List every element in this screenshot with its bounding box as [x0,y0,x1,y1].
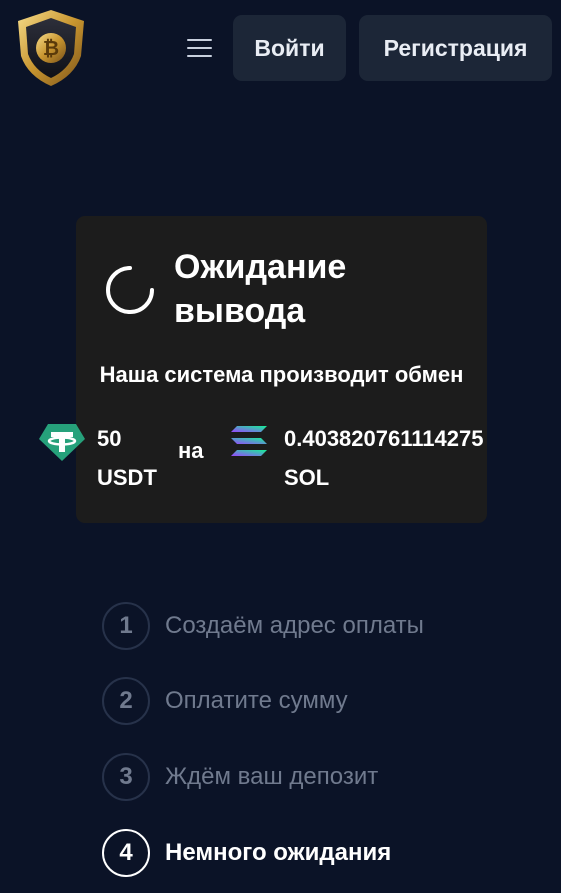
hamburger-line [187,55,212,57]
loading-spinner-icon [106,266,154,314]
register-button[interactable]: Регистрация [359,15,552,81]
step-number: 2 [102,677,150,725]
status-title: Ожидание вывода [174,245,474,333]
hamburger-icon[interactable] [185,36,215,60]
tether-icon [39,424,85,461]
login-button[interactable]: Войти [233,15,346,81]
from-currency: USDT [97,465,157,490]
exchange-connector: на [178,438,204,463]
status-title-line1: Ожидание [174,248,347,286]
solana-icon [231,426,267,456]
step-number: 4 [102,829,150,877]
to-currency: SOL [284,465,330,490]
exchange-page: ₿ Войти Регистрация Ожидание вывода Наша… [0,0,561,893]
from-amount: 50 USDT [97,419,157,497]
bitcoin-shield-logo[interactable]: ₿ [14,8,88,88]
step-label: Создаём адрес оплаты [165,612,424,639]
status-subtitle: Наша система производит обмен [99,362,464,387]
step-label: Ждём ваш депозит [165,763,379,790]
step-label: Оплатите сумму [165,687,348,714]
step-number: 1 [102,602,150,650]
logo-graphic: ₿ [18,10,84,86]
to-amount-value: 0.403820761114275 [284,426,484,451]
hamburger-line [187,47,212,49]
status-title-line2: вывода [174,292,306,330]
to-amount: 0.403820761114275 SOL [284,419,483,497]
svg-text:₿: ₿ [43,36,59,60]
hamburger-line [187,39,212,41]
step-number: 3 [102,753,150,801]
from-amount-value: 50 [97,426,122,451]
step-label: Немного ожидания [165,839,392,866]
